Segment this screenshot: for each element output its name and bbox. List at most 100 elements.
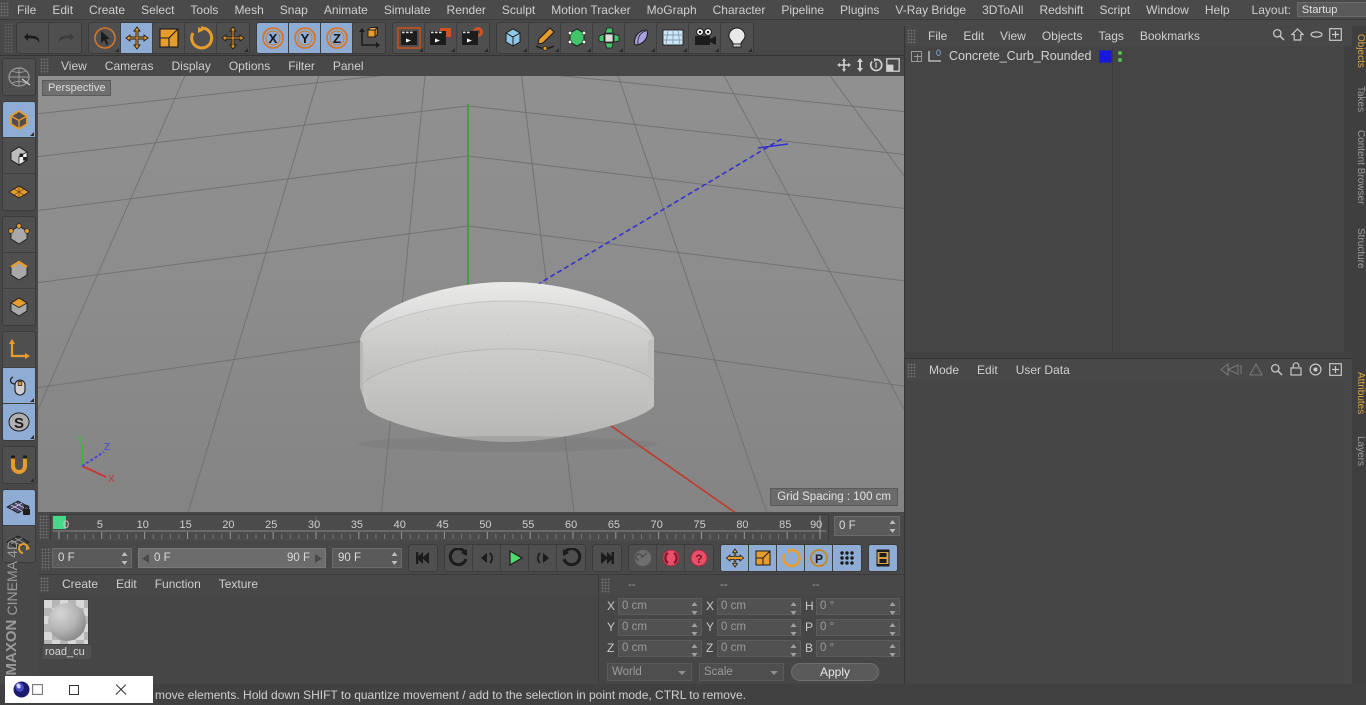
floor-scene-icon[interactable] bbox=[657, 22, 689, 53]
menu-item-mograph[interactable]: MoGraph bbox=[639, 0, 705, 20]
menu-item-character[interactable]: Character bbox=[705, 0, 774, 20]
play-icon[interactable] bbox=[501, 545, 529, 571]
close-icon[interactable] bbox=[97, 676, 143, 703]
range-right-arrow-icon[interactable] bbox=[313, 553, 322, 563]
c4d-logo-icon[interactable] bbox=[5, 676, 51, 703]
dock-tab-content-browser[interactable]: Content Browser bbox=[1352, 126, 1366, 208]
object-row[interactable]: 0 Concrete_Curb_Rounded bbox=[905, 46, 1345, 66]
viewport-3d[interactable]: Perspective Y X Z Grid Spacing: 100 cm bbox=[38, 76, 904, 512]
expand-icon[interactable] bbox=[1329, 362, 1342, 379]
menu-item-edit[interactable]: Edit bbox=[44, 0, 81, 20]
attribute-content-area[interactable] bbox=[905, 381, 1345, 685]
editor-visibility-dot[interactable] bbox=[1118, 50, 1123, 55]
point-mode-icon[interactable] bbox=[3, 217, 35, 253]
viewport-menu-panel[interactable]: Panel bbox=[324, 56, 373, 76]
viewport-menu-filter[interactable]: Filter bbox=[279, 56, 324, 76]
timeline-frame-field[interactable]: 0 F bbox=[834, 516, 900, 536]
object-menu-objects[interactable]: Objects bbox=[1034, 26, 1091, 46]
material-menu-function[interactable]: Function bbox=[146, 575, 210, 594]
workplane-mode-icon[interactable] bbox=[3, 174, 35, 210]
key-rotation-icon[interactable] bbox=[777, 545, 805, 571]
scale-icon[interactable] bbox=[153, 22, 185, 53]
rotation-h-field[interactable]: 0 ° bbox=[816, 597, 900, 615]
viewport-menu-grip[interactable] bbox=[40, 58, 49, 74]
rotate-view-icon[interactable] bbox=[869, 58, 883, 75]
lock-x-icon[interactable]: X bbox=[257, 22, 289, 53]
object-menu-tags[interactable]: Tags bbox=[1091, 26, 1132, 46]
dynamic-place-icon[interactable] bbox=[217, 23, 249, 53]
menu-item-pipeline[interactable]: Pipeline bbox=[773, 0, 832, 20]
dock-tab-structure[interactable]: Structure bbox=[1352, 224, 1366, 273]
position-x-field[interactable]: 0 cm bbox=[618, 597, 702, 615]
menu-item-plugins[interactable]: Plugins bbox=[832, 0, 887, 20]
pan-icon[interactable] bbox=[837, 58, 851, 75]
object-tree[interactable]: 0 Concrete_Curb_Rounded bbox=[905, 46, 1345, 352]
spline-pen-icon[interactable] bbox=[529, 22, 561, 53]
attribute-menu-user-data[interactable]: User Data bbox=[1007, 359, 1079, 381]
material-tag-icon[interactable] bbox=[1099, 49, 1113, 63]
keyframe-selection-icon[interactable]: ? bbox=[685, 545, 713, 571]
cube-primitive-icon[interactable] bbox=[497, 22, 529, 53]
next-key-icon[interactable] bbox=[557, 545, 585, 571]
toolbar-grip[interactable] bbox=[4, 22, 13, 53]
polygon-mode-icon[interactable] bbox=[3, 289, 35, 325]
timeline-ruler[interactable]: 0 5 10 15 20 25 30 35 40 45 50 55 60 65 … bbox=[50, 514, 829, 541]
workplane-lock-icon[interactable] bbox=[3, 490, 35, 526]
texture-mode-icon[interactable] bbox=[3, 138, 35, 174]
render-visibility-dot[interactable] bbox=[1118, 57, 1123, 62]
menu-item-select[interactable]: Select bbox=[133, 0, 182, 20]
autokey-icon[interactable] bbox=[629, 545, 657, 571]
generator-icon[interactable] bbox=[561, 22, 593, 53]
menu-item-motion-tracker[interactable]: Motion Tracker bbox=[543, 0, 638, 20]
menu-item-tools[interactable]: Tools bbox=[182, 0, 226, 20]
menu-item-animate[interactable]: Animate bbox=[316, 0, 376, 20]
undo-icon[interactable] bbox=[17, 22, 49, 53]
preview-range-slider[interactable]: 0 F 90 F bbox=[138, 548, 326, 568]
menu-item-window[interactable]: Window bbox=[1138, 0, 1197, 20]
material-menu-texture[interactable]: Texture bbox=[210, 575, 267, 594]
dock-tab-layers[interactable]: Layers bbox=[1352, 432, 1366, 470]
key-position-icon[interactable] bbox=[721, 545, 749, 571]
menu-item-create[interactable]: Create bbox=[81, 0, 133, 20]
object-manager-grip[interactable] bbox=[907, 28, 916, 44]
go-to-start-icon[interactable] bbox=[409, 545, 437, 571]
step-back-icon[interactable] bbox=[473, 545, 501, 571]
spinner-icon[interactable] bbox=[691, 622, 698, 636]
material-menu-edit[interactable]: Edit bbox=[107, 575, 146, 594]
end-frame-field[interactable]: 90 F bbox=[332, 548, 402, 568]
object-menu-bookmarks[interactable]: Bookmarks bbox=[1132, 26, 1208, 46]
mograph-icon[interactable] bbox=[593, 22, 625, 53]
object-menu-edit[interactable]: Edit bbox=[955, 26, 992, 46]
timeline-grip[interactable] bbox=[39, 515, 49, 539]
live-selection-icon[interactable] bbox=[89, 22, 121, 53]
viewport-menu-cameras[interactable]: Cameras bbox=[96, 56, 163, 76]
menu-item-sculpt[interactable]: Sculpt bbox=[494, 0, 543, 20]
menu-item-3dtoall[interactable]: 3DToAll bbox=[974, 0, 1031, 20]
rotation-b-field[interactable]: 0 ° bbox=[816, 639, 900, 657]
history-back-icon[interactable] bbox=[1220, 362, 1242, 379]
dock-tab-takes[interactable]: Takes bbox=[1352, 82, 1366, 116]
size-x-field[interactable]: 0 cm bbox=[717, 597, 801, 615]
material-menu-grip[interactable] bbox=[40, 577, 49, 592]
position-z-field[interactable]: 0 cm bbox=[618, 639, 702, 657]
material-item[interactable]: road_cu bbox=[43, 599, 91, 659]
move-icon[interactable] bbox=[121, 22, 153, 53]
menu-item-script[interactable]: Script bbox=[1091, 0, 1138, 20]
dock-tab-attributes[interactable]: Attributes bbox=[1352, 368, 1366, 418]
spinner-icon[interactable] bbox=[889, 622, 896, 636]
attribute-menu-mode[interactable]: Mode bbox=[920, 359, 968, 381]
menu-item-file[interactable]: File bbox=[9, 0, 44, 20]
dolly-icon[interactable] bbox=[854, 58, 866, 75]
attribute-manager-grip[interactable] bbox=[907, 362, 916, 378]
object-menu-file[interactable]: File bbox=[920, 26, 955, 46]
lock-y-icon[interactable]: Y bbox=[289, 22, 321, 53]
search-icon[interactable] bbox=[1270, 363, 1283, 379]
key-pla-icon[interactable] bbox=[833, 545, 861, 571]
axis-modify-icon[interactable] bbox=[3, 332, 35, 368]
lock-z-icon[interactable]: Z bbox=[321, 22, 353, 53]
concrete-curb-model[interactable] bbox=[38, 76, 904, 512]
lock-icon[interactable] bbox=[1290, 362, 1302, 379]
record-active-objects-icon[interactable] bbox=[657, 545, 685, 571]
viewport-menu-options[interactable]: Options bbox=[220, 56, 279, 76]
attribute-menu-edit[interactable]: Edit bbox=[968, 359, 1007, 381]
